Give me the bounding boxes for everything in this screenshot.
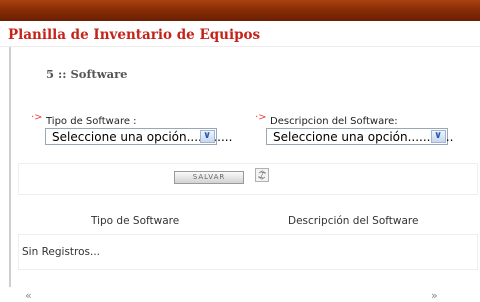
tipo-software-select[interactable]: Seleccione una opción............ ∨: [45, 128, 232, 145]
top-banner: [0, 0, 480, 21]
descripcion-software-select[interactable]: Seleccione una opción............ ∨: [266, 128, 453, 145]
refresh-icon[interactable]: [255, 168, 269, 182]
descripcion-software-selected: Seleccione una opción............: [273, 130, 454, 144]
chevron-down-icon[interactable]: ∨: [431, 130, 446, 143]
empty-records-message: Sin Registros...: [22, 246, 101, 258]
column-header-tipo: Tipo de Software: [91, 215, 180, 227]
chevron-down-icon[interactable]: ∨: [200, 130, 215, 143]
required-marker-icon: ·>: [255, 112, 267, 123]
section-title: 5 :: Software: [46, 67, 128, 81]
tipo-software-label: Tipo de Software :: [46, 116, 137, 127]
descripcion-software-label: Descripcion del Software:: [270, 116, 398, 127]
required-marker-icon: ·>: [31, 112, 43, 123]
actions-box: [18, 163, 478, 195]
save-button[interactable]: SALVAR: [174, 171, 244, 184]
pager-next-icon[interactable]: »: [431, 289, 438, 302]
column-header-descripcion: Descripción del Software: [288, 215, 419, 227]
pager-prev-icon[interactable]: «: [25, 289, 32, 302]
page-title: Planilla de Inventario de Equipos: [8, 27, 261, 43]
